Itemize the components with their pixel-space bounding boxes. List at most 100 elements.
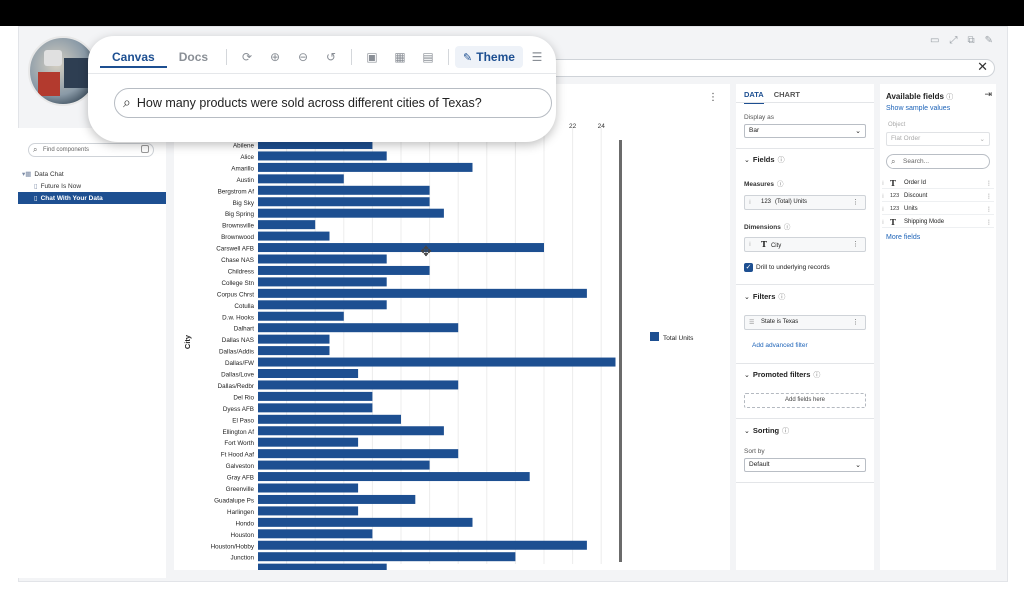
info-icon[interactable]: ⓘ	[813, 371, 820, 379]
find-components-input[interactable]: ⌕ Find components	[28, 143, 154, 157]
refresh-icon[interactable]: ⟳	[233, 50, 261, 64]
available-fields-panel: Available fields ⓘ ⇥ Show sample values …	[880, 84, 996, 570]
close-icon[interactable]: ✕	[977, 60, 988, 75]
divider	[736, 363, 874, 364]
measures-label-text: Measures	[744, 181, 774, 188]
pencil-icon: ✎	[463, 50, 473, 64]
kebab-menu-icon[interactable]: ⋮	[852, 316, 859, 329]
bar	[258, 311, 344, 321]
field-item[interactable]: ⁞ T Order Id ⋮	[882, 178, 994, 189]
category-label: Hondo	[235, 520, 254, 527]
kebab-menu-icon[interactable]: ⋮	[852, 196, 859, 209]
move-cursor-icon: ✥	[420, 244, 432, 260]
field-item[interactable]: ⁞ 123 Units ⋮	[882, 204, 994, 215]
drag-handle-icon[interactable]: ⁞	[882, 217, 884, 228]
tab-docs[interactable]: Docs	[167, 46, 220, 68]
add-advanced-filter-link[interactable]: Add advanced filter	[752, 342, 808, 349]
info-icon[interactable]: ⓘ	[782, 427, 789, 435]
field-name: Order Id	[904, 180, 927, 186]
drag-handle-icon[interactable]: ⁞	[882, 191, 884, 202]
bar	[258, 506, 359, 516]
chevron-down-icon: ⌄	[855, 127, 861, 135]
kebab-menu-icon[interactable]: ⋮	[852, 238, 859, 251]
tab-canvas[interactable]: Canvas	[100, 46, 167, 68]
object-label: Object	[888, 122, 906, 128]
settings-icon[interactable]: ☰	[523, 50, 551, 64]
fullscreen-icon[interactable]: ⤢	[949, 35, 957, 46]
promoted-filters-header[interactable]: ⌄ Promoted filters ⓘ	[744, 370, 820, 380]
category-label: Bergstrom Af	[218, 188, 255, 195]
drag-handle-icon[interactable]: ⁞	[749, 196, 751, 209]
sorting-section-header[interactable]: ⌄ Sorting ⓘ	[744, 426, 789, 436]
fields-search-input[interactable]: ⌕ Search...	[886, 154, 990, 169]
field-name: Shipping Mode	[904, 219, 945, 225]
collapse-panel-icon[interactable]: ⇥	[984, 90, 992, 100]
measure-pill[interactable]: ⁞ 123 (Total) Units ⋮	[744, 195, 866, 210]
divider	[88, 73, 556, 74]
display-as-select[interactable]: Bar ⌄	[744, 124, 866, 138]
tree-item-chat-with-your-data[interactable]: ▯ Chat With Your Data	[18, 192, 166, 204]
filter-icon[interactable]	[141, 145, 149, 153]
dimension-pill[interactable]: ⁞ T City ⋮	[744, 237, 866, 252]
kebab-menu-icon[interactable]: ⋮	[986, 204, 992, 215]
sort-by-label: Sort by	[744, 448, 765, 455]
more-fields-link[interactable]: More fields	[886, 234, 920, 241]
category-label: Junction	[231, 555, 255, 562]
theme-button[interactable]: ✎ Theme	[455, 46, 523, 68]
zoom-out-icon[interactable]: ⊖	[289, 50, 317, 64]
field-name: Units	[904, 206, 918, 212]
minimize-icon[interactable]: ▭	[930, 35, 939, 46]
bar	[258, 529, 373, 539]
info-icon[interactable]: ⓘ	[784, 223, 791, 231]
bar	[258, 426, 444, 436]
field-item[interactable]: ⁞ T Shipping Mode ⋮	[882, 217, 994, 228]
checkbox-checked-icon[interactable]: ✓	[744, 263, 753, 272]
bar	[258, 162, 473, 172]
kebab-menu-icon[interactable]: ⋮	[986, 217, 992, 228]
text-type-icon: T	[761, 239, 767, 249]
global-search-bar[interactable]: ✕	[540, 59, 995, 77]
sort-by-select[interactable]: Default ⌄	[744, 458, 866, 472]
kebab-menu-icon[interactable]: ⋮	[986, 178, 992, 189]
bar	[258, 552, 516, 562]
category-label: Big Spring	[225, 211, 255, 218]
drill-checkbox[interactable]: ✓ Drill to underlying records	[744, 263, 830, 272]
bar	[258, 185, 430, 195]
number-type-icon: 123	[890, 193, 900, 199]
zoom-reset-icon[interactable]: ↺	[317, 50, 345, 64]
tree-item-data-chat[interactable]: ▾▦ Data Chat	[18, 168, 166, 180]
field-item[interactable]: ⁞ 123 Discount ⋮	[882, 191, 994, 202]
zoom-in-icon[interactable]: ⊕	[261, 50, 289, 64]
ask-question-input[interactable]: ⌕ How many products were sold across dif…	[114, 88, 552, 118]
filters-section-header[interactable]: ⌄ Filters ⓘ	[744, 292, 785, 302]
layout-icon[interactable]: ▤	[414, 50, 442, 64]
bar	[258, 323, 459, 333]
info-icon[interactable]: ⓘ	[778, 156, 785, 164]
x-tick-label: 24	[598, 123, 606, 130]
number-type-icon: 123	[890, 206, 900, 212]
grid-icon[interactable]: ▦	[386, 50, 414, 64]
info-icon[interactable]: ⓘ	[777, 180, 784, 188]
category-label: Dallas NAS	[222, 337, 254, 344]
info-icon[interactable]: ⓘ	[778, 293, 785, 301]
divider	[736, 102, 874, 103]
fields-section-header[interactable]: ⌄ Fields ⓘ	[744, 155, 785, 165]
display-as-value: Bar	[749, 127, 760, 134]
kebab-menu-icon[interactable]: ⋮	[986, 191, 992, 202]
add-fields-dropzone[interactable]: Add fields here	[744, 393, 866, 408]
category-label: Dallas/FW	[225, 360, 254, 367]
image-icon[interactable]: ▣	[358, 50, 386, 64]
edit-icon[interactable]: ✎	[985, 35, 993, 46]
available-fields-title-text: Available fields	[886, 92, 944, 101]
show-sample-values-link[interactable]: Show sample values	[886, 105, 950, 112]
object-select[interactable]: Flat Order ⌄	[886, 132, 990, 146]
popout-icon[interactable]: ⧉	[967, 35, 974, 46]
drag-handle-icon[interactable]: ⁞	[882, 178, 884, 189]
drag-handle-icon[interactable]: ⁞	[882, 204, 884, 215]
bar	[258, 472, 530, 482]
divider	[351, 49, 353, 65]
info-icon[interactable]: ⓘ	[946, 93, 953, 101]
drag-handle-icon[interactable]: ⁞	[749, 238, 751, 251]
tree-item-future-is-now[interactable]: ▯ Future Is Now	[18, 180, 166, 192]
filter-pill[interactable]: ☰ State is Texas ⋮	[744, 315, 866, 330]
